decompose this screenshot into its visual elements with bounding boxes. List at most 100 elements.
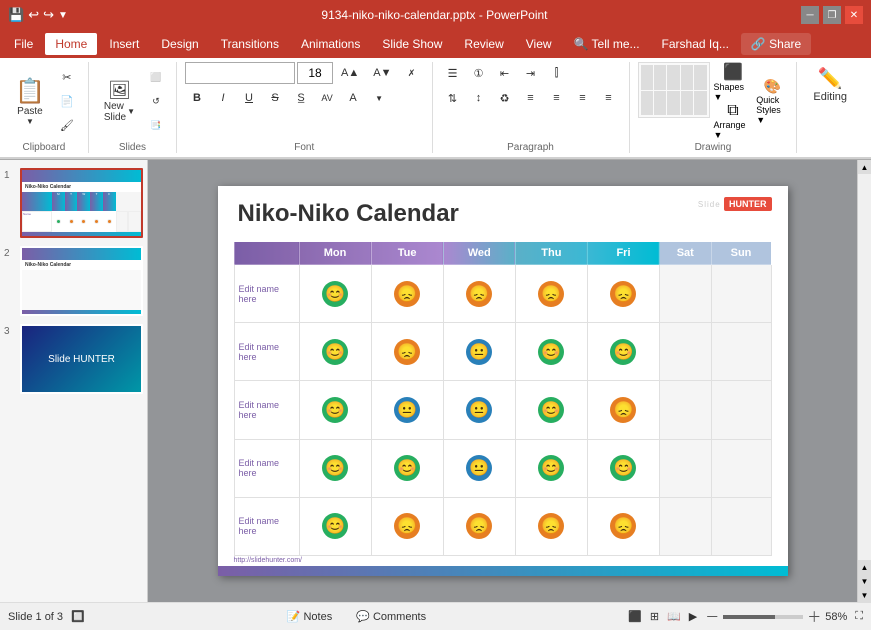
- smiley-sad[interactable]: 😞: [610, 281, 636, 307]
- zoom-out-button[interactable]: －: [705, 607, 719, 627]
- cell-2-6[interactable]: [660, 323, 711, 381]
- increase-indent-button[interactable]: ⇥: [519, 62, 543, 84]
- menu-transitions[interactable]: Transitions: [211, 33, 289, 55]
- clear-format-button[interactable]: ✗: [400, 62, 424, 84]
- cell-2-7[interactable]: [711, 323, 771, 381]
- calendar-table[interactable]: Mon Tue Wed Thu Fri Sat Sun Edit name he…: [234, 241, 772, 556]
- increase-font-button[interactable]: A▲: [335, 62, 365, 84]
- align-left-button[interactable]: ≡: [519, 87, 543, 109]
- cell-1-1[interactable]: 😊: [299, 265, 371, 323]
- menu-slideshow[interactable]: Slide Show: [372, 33, 452, 55]
- smiley-happy[interactable]: 😊: [322, 513, 348, 539]
- zoom-in-button[interactable]: ＋: [807, 607, 821, 627]
- cell-1-7[interactable]: [711, 265, 771, 323]
- charspacing-button[interactable]: AV: [315, 87, 339, 109]
- quick-access-more[interactable]: ▼: [58, 10, 68, 21]
- smiley-happy[interactable]: 😊: [538, 339, 564, 365]
- row-2-name[interactable]: Edit name here: [234, 323, 299, 381]
- smiley-sad[interactable]: 😞: [538, 281, 564, 307]
- cell-1-2[interactable]: 😞: [371, 265, 443, 323]
- normal-view-button[interactable]: ⬛: [628, 610, 642, 623]
- align-text-button[interactable]: ↕: [467, 87, 491, 109]
- cell-3-1[interactable]: 😊: [299, 381, 371, 439]
- smiley-happy[interactable]: 😊: [394, 455, 420, 481]
- quick-access-toolbar[interactable]: 💾 ↩ ↪ ▼: [8, 7, 68, 23]
- cell-4-2[interactable]: 😊: [371, 439, 443, 497]
- reading-view-button[interactable]: 📖: [667, 610, 681, 623]
- numbering-button[interactable]: ①: [467, 62, 491, 84]
- underline-button[interactable]: U: [237, 87, 261, 109]
- cell-3-4[interactable]: 😊: [515, 381, 587, 439]
- slide-thumb-img-2[interactable]: Niko-Niko Calendar: [20, 246, 143, 316]
- cell-1-6[interactable]: [660, 265, 711, 323]
- cell-3-3[interactable]: 😐: [443, 381, 515, 439]
- new-slide-button[interactable]: 🖼 NewSlide ▼: [97, 66, 142, 136]
- cell-5-5[interactable]: 😞: [587, 497, 659, 555]
- shapes-gallery[interactable]: [638, 62, 710, 118]
- fit-page-button[interactable]: ⛶: [855, 610, 863, 623]
- reset-button[interactable]: ↺: [144, 90, 168, 112]
- slide-thumb-3[interactable]: 3 Slide HUNTER: [4, 324, 143, 394]
- smiley-happy[interactable]: 😊: [538, 397, 564, 423]
- vertical-scrollbar[interactable]: ▲ ▲ ▼ ▼: [857, 160, 871, 602]
- slide-title[interactable]: Niko-Niko Calendar: [238, 200, 459, 228]
- menu-file[interactable]: File: [4, 33, 43, 55]
- smiley-sad[interactable]: 😞: [394, 281, 420, 307]
- decrease-indent-button[interactable]: ⇤: [493, 62, 517, 84]
- format-painter-button[interactable]: 🖌: [54, 114, 80, 136]
- smiley-happy[interactable]: 😊: [610, 455, 636, 481]
- justify-button[interactable]: ≡: [597, 87, 621, 109]
- cell-5-3[interactable]: 😞: [443, 497, 515, 555]
- menu-review[interactable]: Review: [454, 33, 513, 55]
- copy-button[interactable]: 📄: [54, 90, 80, 112]
- smiley-neutral[interactable]: 😐: [394, 397, 420, 423]
- save-icon[interactable]: 💾: [8, 7, 24, 23]
- cell-2-4[interactable]: 😊: [515, 323, 587, 381]
- menu-tellme[interactable]: 🔍Tell me...: [564, 33, 650, 55]
- smiley-sad[interactable]: 😞: [466, 281, 492, 307]
- smiley-sad[interactable]: 😞: [394, 339, 420, 365]
- cell-2-2[interactable]: 😞: [371, 323, 443, 381]
- fontcolor-button[interactable]: A: [341, 87, 365, 109]
- cell-2-1[interactable]: 😊: [299, 323, 371, 381]
- undo-icon[interactable]: ↩: [28, 7, 39, 23]
- cell-5-7[interactable]: [711, 497, 771, 555]
- columns-button[interactable]: ⫿: [545, 62, 569, 84]
- font-size-input[interactable]: [297, 62, 333, 84]
- cell-2-3[interactable]: 😐: [443, 323, 515, 381]
- smiley-neutral[interactable]: 😐: [466, 339, 492, 365]
- cell-3-5[interactable]: 😞: [587, 381, 659, 439]
- text-direction-button[interactable]: ⇅: [441, 87, 465, 109]
- menu-share[interactable]: 🔗 Share: [741, 33, 811, 55]
- smiley-sad[interactable]: 😞: [610, 397, 636, 423]
- scroll-up-button[interactable]: ▲: [858, 160, 871, 174]
- menu-design[interactable]: Design: [151, 33, 208, 55]
- menu-insert[interactable]: Insert: [99, 33, 149, 55]
- slide-thumb-2[interactable]: 2 Niko-Niko Calendar: [4, 246, 143, 316]
- cell-3-6[interactable]: [660, 381, 711, 439]
- slide-thumb-1[interactable]: 1 Niko-Niko Calendar M T W T F: [4, 168, 143, 238]
- slide-thumb-img-3[interactable]: Slide HUNTER: [20, 324, 143, 394]
- cell-1-4[interactable]: 😞: [515, 265, 587, 323]
- scroll-up-arrow[interactable]: ▲: [858, 560, 871, 574]
- bold-button[interactable]: B: [185, 87, 209, 109]
- cell-1-3[interactable]: 😞: [443, 265, 515, 323]
- smiley-happy[interactable]: 😊: [322, 281, 348, 307]
- zoom-level[interactable]: 58%: [825, 611, 847, 623]
- slide-canvas[interactable]: Niko-Niko Calendar Slide HUNTER Mon Tue …: [218, 186, 788, 576]
- cell-4-7[interactable]: [711, 439, 771, 497]
- bullets-button[interactable]: ☰: [441, 62, 465, 84]
- slide-thumb-img-1[interactable]: Niko-Niko Calendar M T W T F Name: [20, 168, 143, 238]
- strikethrough-button[interactable]: S: [263, 87, 287, 109]
- fontcolor-dropdown[interactable]: ▼: [367, 87, 391, 109]
- smiley-happy[interactable]: 😊: [322, 455, 348, 481]
- align-right-button[interactable]: ≡: [571, 87, 595, 109]
- menu-account[interactable]: Farshad Iq...: [652, 33, 739, 55]
- notes-button[interactable]: 📝 Notes: [279, 608, 340, 625]
- smiley-happy[interactable]: 😊: [538, 455, 564, 481]
- smiley-neutral[interactable]: 😐: [466, 397, 492, 423]
- decrease-font-button[interactable]: A▼: [367, 62, 397, 84]
- slide-sorter-button[interactable]: ⊞: [650, 610, 659, 623]
- shapes-button[interactable]: ⬛ Shapes ▼: [714, 62, 753, 102]
- minimize-button[interactable]: ─: [801, 6, 819, 24]
